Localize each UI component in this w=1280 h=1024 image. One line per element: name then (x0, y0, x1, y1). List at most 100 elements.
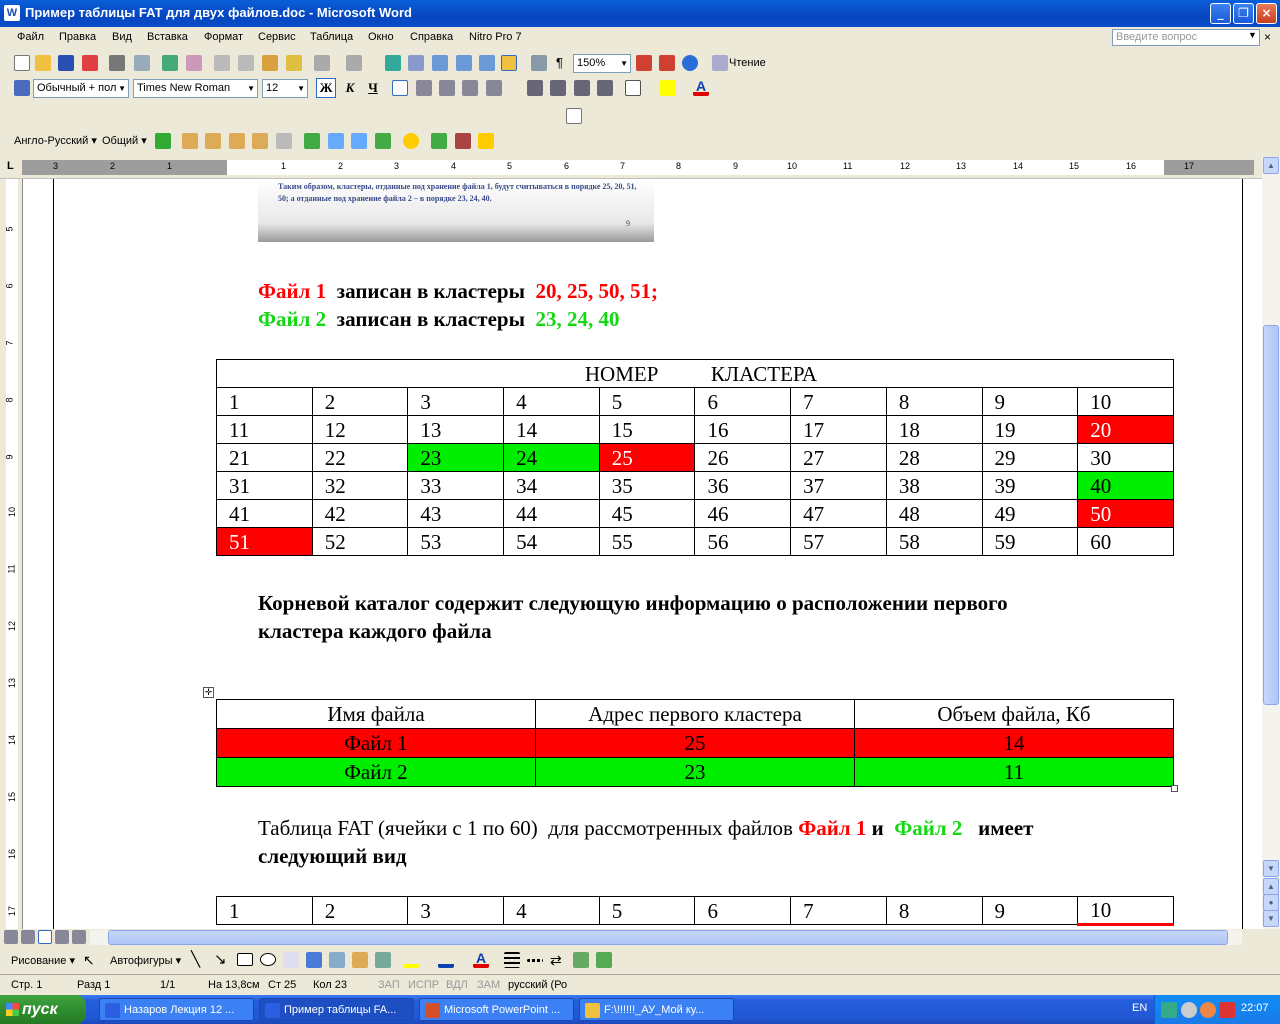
task-powerpoint[interactable]: Microsoft PowerPoint ... (419, 998, 574, 1021)
outline-view-icon[interactable] (55, 930, 69, 944)
status-ovr[interactable]: ЗАМ (477, 979, 500, 991)
font-color-icon[interactable]: A (693, 79, 709, 96)
line-spacing-icon[interactable] (486, 80, 502, 96)
numbering-icon[interactable] (527, 80, 543, 96)
italic-button[interactable]: К (340, 78, 360, 98)
paste-icon[interactable] (262, 55, 278, 71)
scroll-down-button[interactable]: ▼ (1263, 860, 1279, 877)
drawing-menu[interactable]: Рисование ▾ (11, 954, 75, 967)
nitro-pdf-mail-icon[interactable] (659, 55, 675, 71)
align-right-icon[interactable] (439, 80, 455, 96)
copy-icon[interactable] (238, 55, 254, 71)
page[interactable]: Таким образом, кластеры, отданные под хр… (53, 179, 1243, 929)
task-folder[interactable]: F:\!!!!!!_АУ_Мой ку... (579, 998, 734, 1021)
cluster-table[interactable]: НОМЕР КЛАСТЕРА 1 2 3 4 5 6 7 8 9 10 11 12 13 14 15 16 17… (216, 359, 1174, 556)
align-left-icon[interactable] (392, 80, 408, 96)
print-preview-icon[interactable] (134, 55, 150, 71)
nitro-pdf-icon[interactable] (636, 55, 652, 71)
translate-icon[interactable] (155, 133, 171, 149)
translate-about-icon[interactable] (478, 133, 494, 149)
increase-indent-icon[interactable] (597, 80, 613, 96)
ruler-strip[interactable]: 3 2 1 1 2 3 4 5 6 7 8 9 10 11 12 13 14 1… (22, 160, 1254, 175)
help-icon[interactable] (682, 55, 698, 71)
menu-window[interactable]: Окно (368, 31, 394, 43)
tray-icon-2[interactable] (1181, 1002, 1197, 1018)
rectangle-icon[interactable] (237, 953, 253, 966)
bold-button[interactable]: Ж (316, 78, 336, 98)
reading-layout-icon[interactable] (712, 55, 728, 71)
research-icon[interactable] (186, 55, 202, 71)
picture-icon[interactable] (375, 952, 391, 968)
dictionary-icon[interactable] (304, 133, 320, 149)
minimize-button[interactable]: _ (1210, 3, 1231, 24)
embedded-image[interactable]: Таким образом, кластеры, отданные под хр… (258, 179, 654, 242)
dictionary-2-icon[interactable] (328, 133, 344, 149)
autoshapes-menu[interactable]: Автофигуры ▾ (110, 954, 181, 967)
style-select[interactable]: Обычный + пол ▼ (33, 79, 129, 98)
size-select[interactable]: 12 ▼ (262, 79, 308, 98)
reading-view-icon[interactable] (72, 930, 86, 944)
menu-tools[interactable]: Сервис (258, 31, 296, 43)
line-color-icon[interactable] (438, 952, 454, 968)
reading-label[interactable]: Чтение (729, 57, 766, 69)
previous-page-button[interactable]: ▲ (1263, 878, 1279, 895)
3d-icon[interactable] (596, 952, 612, 968)
permission-icon[interactable] (82, 55, 98, 71)
wordart-icon[interactable] (306, 952, 322, 968)
select-objects-icon[interactable]: ↖ (83, 952, 99, 968)
status-trk[interactable]: ИСПР (408, 979, 439, 991)
horizontal-scrollbar[interactable] (90, 930, 1242, 945)
menu-view[interactable]: Вид (112, 31, 132, 43)
status-ext[interactable]: ВДЛ (446, 979, 468, 991)
task-lecture[interactable]: Назаров Лекция 12 ... (99, 998, 254, 1021)
normal-view-icon[interactable] (4, 930, 18, 944)
table-resize-handle[interactable] (1171, 785, 1178, 792)
arrow-icon[interactable]: ↘ (214, 952, 230, 968)
vertical-ruler-strip[interactable] (6, 179, 18, 929)
translate-tool-1-icon[interactable] (182, 133, 198, 149)
tab-selector[interactable]: L (7, 160, 14, 172)
clock[interactable]: 22:07 (1241, 1002, 1269, 1014)
justify-icon[interactable] (462, 80, 478, 96)
document-area[interactable]: Таким образом, кластеры, отданные под хр… (22, 179, 1262, 929)
status-rec[interactable]: ЗАП (378, 979, 400, 991)
print-icon[interactable] (109, 55, 125, 71)
decrease-indent-icon[interactable] (574, 80, 590, 96)
tray-icon-4[interactable] (1219, 1002, 1235, 1018)
open-icon[interactable] (35, 55, 51, 71)
menu-edit[interactable]: Правка (59, 31, 96, 43)
draw-font-color-icon[interactable]: A (473, 951, 489, 968)
status-language[interactable]: русский (Ро (508, 979, 567, 991)
next-page-button[interactable]: ▼ (1263, 910, 1279, 927)
drawing-icon[interactable] (501, 55, 517, 71)
diagram-icon[interactable] (329, 952, 345, 968)
ask-dropdown-icon[interactable]: ▼ (1248, 30, 1257, 40)
insert-table-icon[interactable] (432, 55, 448, 71)
tray-icon-3[interactable] (1200, 1002, 1216, 1018)
close-button[interactable]: × (1256, 3, 1277, 24)
line-icon[interactable]: ╲ (191, 952, 207, 968)
menu-format[interactable]: Формат (204, 31, 243, 43)
cut-icon[interactable] (214, 55, 230, 71)
menu-insert[interactable]: Вставка (147, 31, 188, 43)
vertical-scrollbar[interactable]: ▲ ▼ ▲ ● ▼ (1262, 157, 1280, 929)
dictionary-3-icon[interactable] (351, 133, 367, 149)
maximize-button[interactable]: ❐ (1233, 3, 1254, 24)
insert-excel-icon[interactable] (456, 55, 472, 71)
spelling-icon[interactable] (162, 55, 178, 71)
table-move-handle-icon[interactable]: ✛ (203, 687, 214, 698)
fat-table[interactable]: 1 2 3 4 5 6 7 8 9 10 (216, 896, 1174, 926)
start-button[interactable]: пуск (0, 995, 86, 1024)
undo-icon[interactable] (314, 55, 330, 71)
web-view-icon[interactable] (21, 930, 35, 944)
scroll-up-button[interactable]: ▲ (1263, 157, 1279, 174)
translate-help-icon[interactable] (403, 133, 419, 149)
task-fat-example[interactable]: Пример таблицы FA... (259, 998, 414, 1021)
styles-icon[interactable] (14, 80, 30, 96)
dictionary-4-icon[interactable] (375, 133, 391, 149)
columns-icon[interactable] (479, 55, 495, 71)
redo-icon[interactable] (346, 55, 362, 71)
extra-toolbar-icon[interactable] (566, 108, 582, 124)
font-select[interactable]: Times New Roman ▼ (133, 79, 258, 98)
translate-close-icon[interactable] (455, 133, 471, 149)
